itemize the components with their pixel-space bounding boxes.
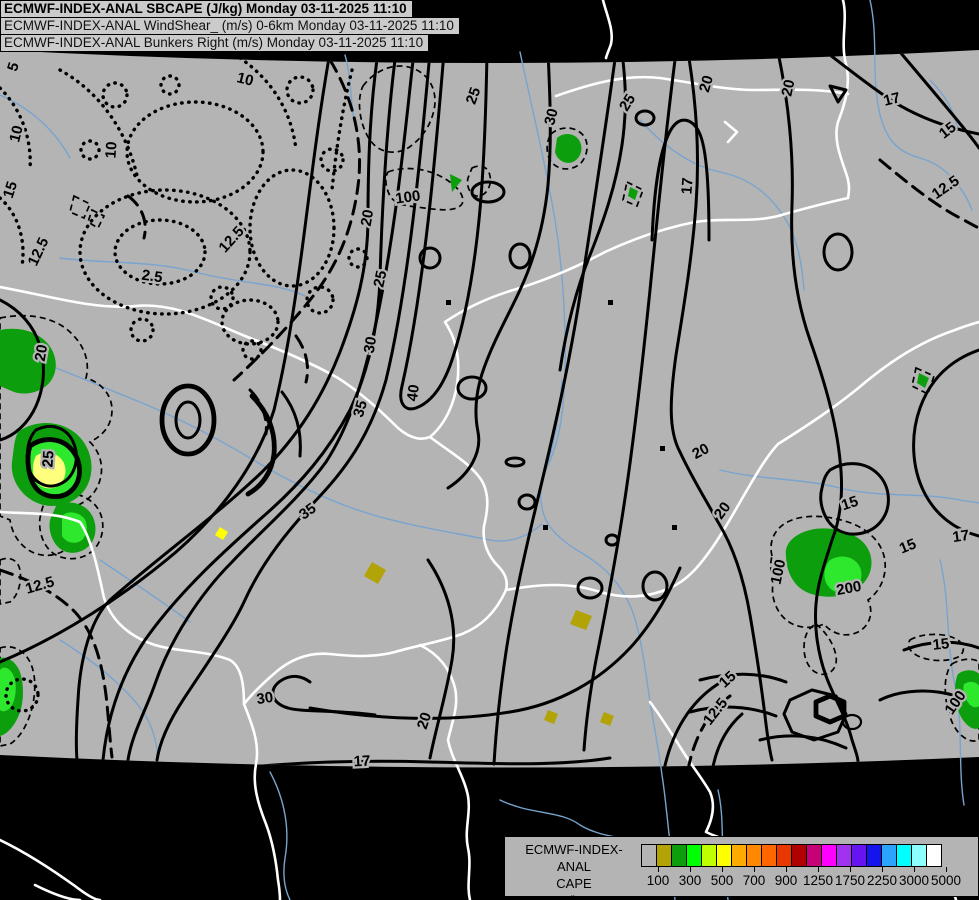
legend-swatch bbox=[851, 844, 867, 867]
contour-label: 30 bbox=[255, 689, 274, 708]
legend-swatch bbox=[641, 844, 657, 867]
legend-swatch bbox=[746, 844, 762, 867]
legend-swatch bbox=[896, 844, 912, 867]
legend-text: ECMWF-INDEX-ANAL CAPE J/kg bbox=[509, 841, 639, 900]
title-windshear: ECMWF-INDEX-ANAL WindShear_ (m/s) 0-6km … bbox=[0, 17, 460, 35]
legend-swatch bbox=[761, 844, 777, 867]
title-sbcape: ECMWF-INDEX-ANAL SBCAPE (J/kg) Monday 03… bbox=[0, 0, 413, 18]
legend-swatch bbox=[911, 844, 927, 867]
legend-swatch bbox=[731, 844, 747, 867]
legend-swatch bbox=[836, 844, 852, 867]
legend-parameter: CAPE bbox=[556, 876, 592, 891]
contour-label: 17 bbox=[678, 177, 696, 195]
contour-label: 20 bbox=[358, 208, 378, 227]
legend-swatch bbox=[671, 844, 687, 867]
weather-map: 105101512.51012.52.520253035403525302520… bbox=[0, 0, 979, 900]
legend-swatch bbox=[686, 844, 702, 867]
legend-swatch bbox=[716, 844, 732, 867]
contour-label: 30 bbox=[361, 335, 381, 354]
contour-label: 25 bbox=[370, 269, 390, 289]
contour-label: 15 bbox=[932, 635, 950, 654]
legend-tick-label: 5000 bbox=[930, 873, 962, 888]
contour-label: 20 bbox=[778, 78, 798, 98]
legend-swatch bbox=[926, 844, 942, 867]
legend-units: J/kg bbox=[509, 892, 639, 900]
title-bunkers: ECMWF-INDEX-ANAL Bunkers Right (m/s) Mon… bbox=[0, 34, 430, 52]
legend-swatch bbox=[656, 844, 672, 867]
cape-legend: ECMWF-INDEX-ANAL CAPE J/kg 1003005007009… bbox=[504, 836, 979, 900]
legend-swatch bbox=[776, 844, 792, 867]
legend-swatch bbox=[806, 844, 822, 867]
legend-swatch bbox=[866, 844, 882, 867]
contour-label: 100 bbox=[394, 187, 421, 207]
legend-swatch bbox=[701, 844, 717, 867]
legend-swatch bbox=[881, 844, 897, 867]
weather-map-screenshot: 10 5 10 15 12.5 10 12.5 2.5 20 25 30 35 40 35 25 30 25 20… bbox=[0, 0, 979, 900]
contour-label: 40 bbox=[404, 383, 423, 402]
contour-label: 2.5 bbox=[141, 267, 164, 287]
contour-label: 17 bbox=[951, 527, 970, 546]
title-bars: ECMWF-INDEX-ANAL SBCAPE (J/kg) Monday 03… bbox=[0, 0, 460, 52]
legend-product: ECMWF-INDEX-ANAL bbox=[525, 842, 623, 874]
contour-label: 17 bbox=[353, 753, 371, 771]
legend-color-bar bbox=[641, 844, 942, 867]
legend-swatch bbox=[791, 844, 807, 867]
legend-swatch bbox=[821, 844, 837, 867]
contour-label: 20 bbox=[32, 343, 52, 362]
contour-label: 25 bbox=[39, 450, 57, 468]
contour-label: 10 bbox=[102, 141, 120, 159]
